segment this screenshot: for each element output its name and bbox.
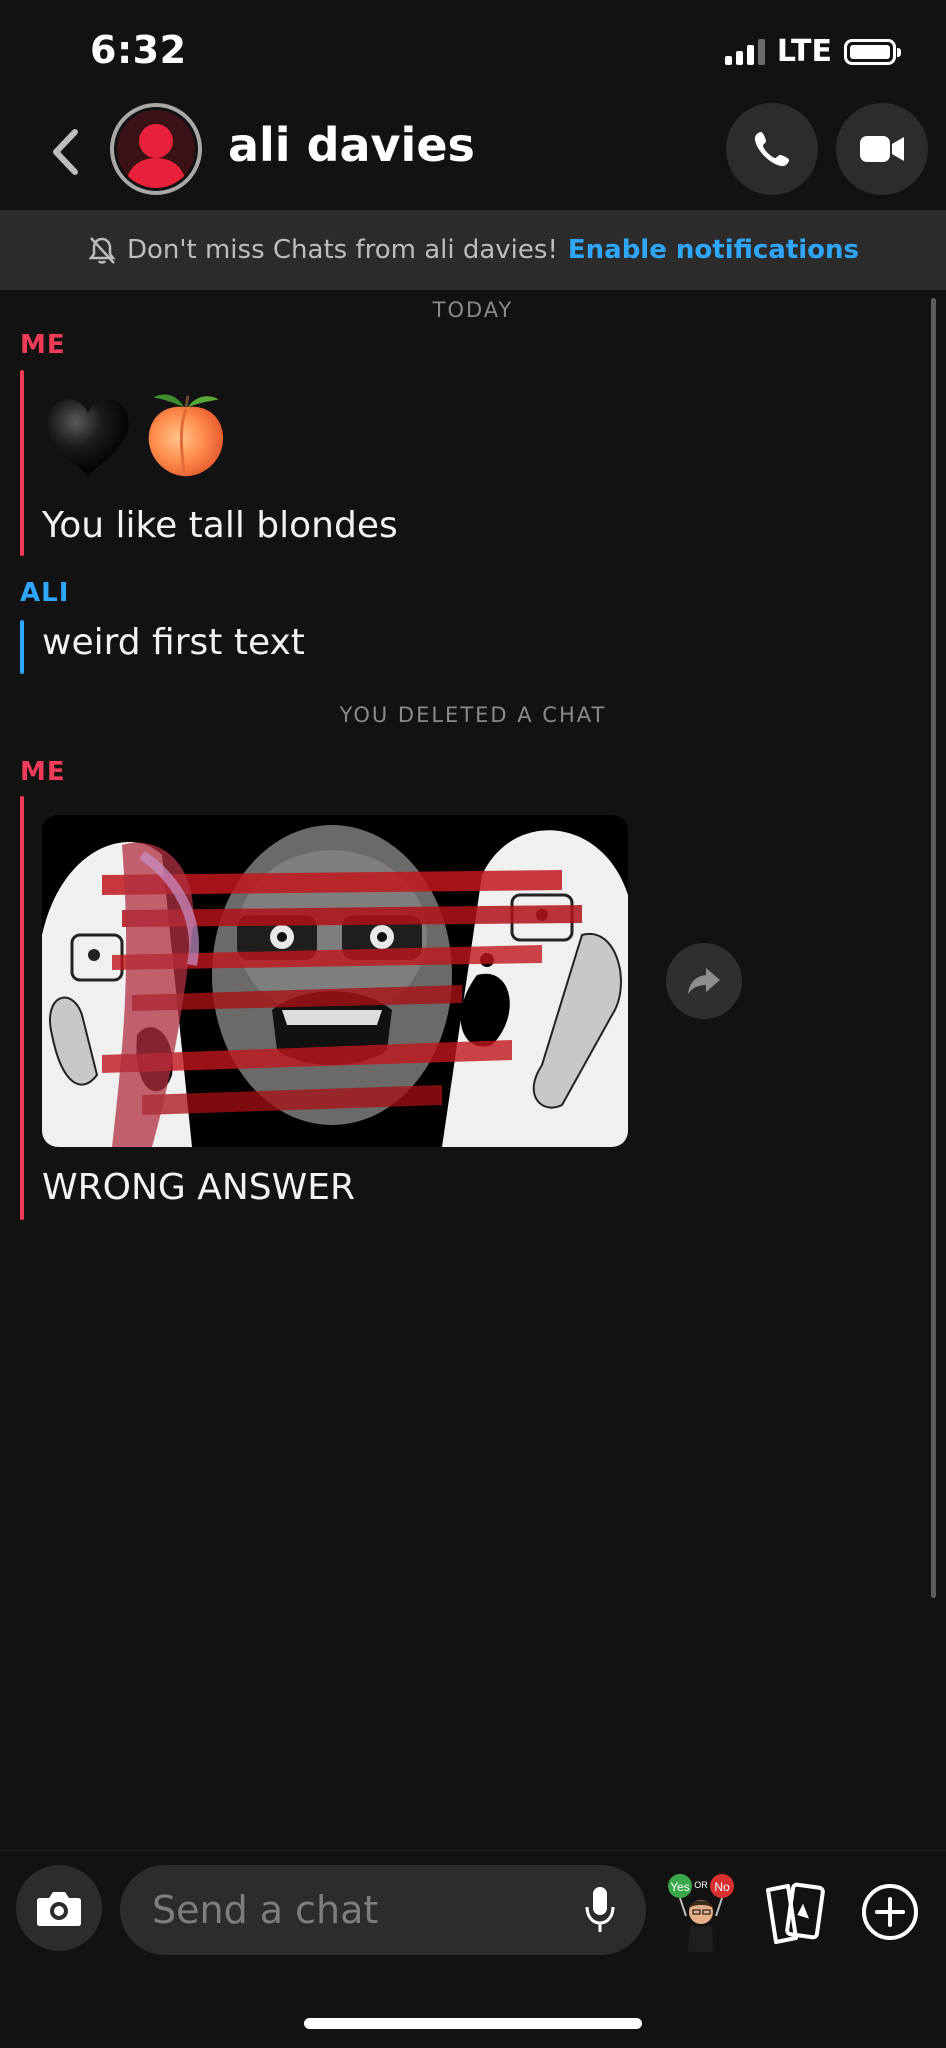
- svg-text:Yes: Yes: [670, 1880, 690, 1894]
- peach-emoji: [148, 394, 224, 477]
- notification-text: Don't miss Chats from ali davies!: [126, 235, 558, 265]
- plus-icon[interactable]: [860, 1882, 920, 1942]
- black-heart-emoji: [47, 399, 129, 475]
- scrollbar[interactable]: [931, 298, 936, 1598]
- bell-off-icon: [88, 237, 116, 264]
- deleted-chat-divider: YOU DELETED A CHAT: [339, 703, 607, 727]
- date-divider: TODAY: [432, 298, 514, 322]
- svg-text:OR: OR: [694, 1880, 708, 1890]
- chat-input-container: [120, 1865, 646, 1955]
- share-arrow-icon: [688, 968, 720, 994]
- cards-icon[interactable]: [762, 1880, 826, 1946]
- message-bar-ali: [20, 620, 24, 674]
- chat-input[interactable]: [152, 1865, 552, 1955]
- camera-icon: [37, 1892, 81, 1926]
- status-time: 6:32: [90, 28, 187, 72]
- network-type: LTE: [776, 34, 832, 69]
- signal-icon: [724, 38, 765, 65]
- share-button[interactable]: [666, 943, 742, 1019]
- camera-button[interactable]: [16, 1865, 102, 1951]
- phone-icon: [754, 132, 789, 167]
- chat-header: ali davies: [0, 100, 946, 210]
- avatar[interactable]: [110, 103, 202, 195]
- chevron-left-icon: [53, 129, 78, 175]
- notification-banner: Don't miss Chats from ali davies! Enable…: [0, 210, 946, 290]
- status-bar: 6:32 LTE: [0, 0, 946, 100]
- enable-notifications-link[interactable]: Enable notifications: [568, 235, 859, 265]
- message-text: weird first text: [42, 622, 305, 663]
- video-call-button[interactable]: [836, 103, 928, 195]
- home-indicator[interactable]: [304, 2018, 642, 2029]
- message-bar-me: [20, 796, 24, 1220]
- battery-icon: [844, 38, 901, 65]
- video-camera-icon: [860, 136, 904, 162]
- meme-image: [42, 815, 628, 1147]
- bitmoji-icon[interactable]: Yes OR No: [664, 1872, 738, 1952]
- status-indicators: LTE: [724, 34, 901, 69]
- media-image[interactable]: [42, 815, 628, 1147]
- sender-label-ali: ALI: [20, 578, 70, 608]
- back-button[interactable]: [40, 122, 90, 182]
- sender-label-me: ME: [20, 330, 66, 360]
- message-text: WRONG ANSWER: [42, 1167, 355, 1208]
- call-button[interactable]: [726, 103, 818, 195]
- message-bar-me: [20, 370, 24, 556]
- sender-label-me: ME: [20, 757, 66, 787]
- user-silhouette-icon: [125, 124, 187, 188]
- microphone-icon[interactable]: [582, 1885, 618, 1935]
- svg-text:No: No: [714, 1880, 730, 1894]
- contact-name[interactable]: ali davies: [228, 118, 475, 172]
- message-text: You like tall blondes: [42, 505, 398, 546]
